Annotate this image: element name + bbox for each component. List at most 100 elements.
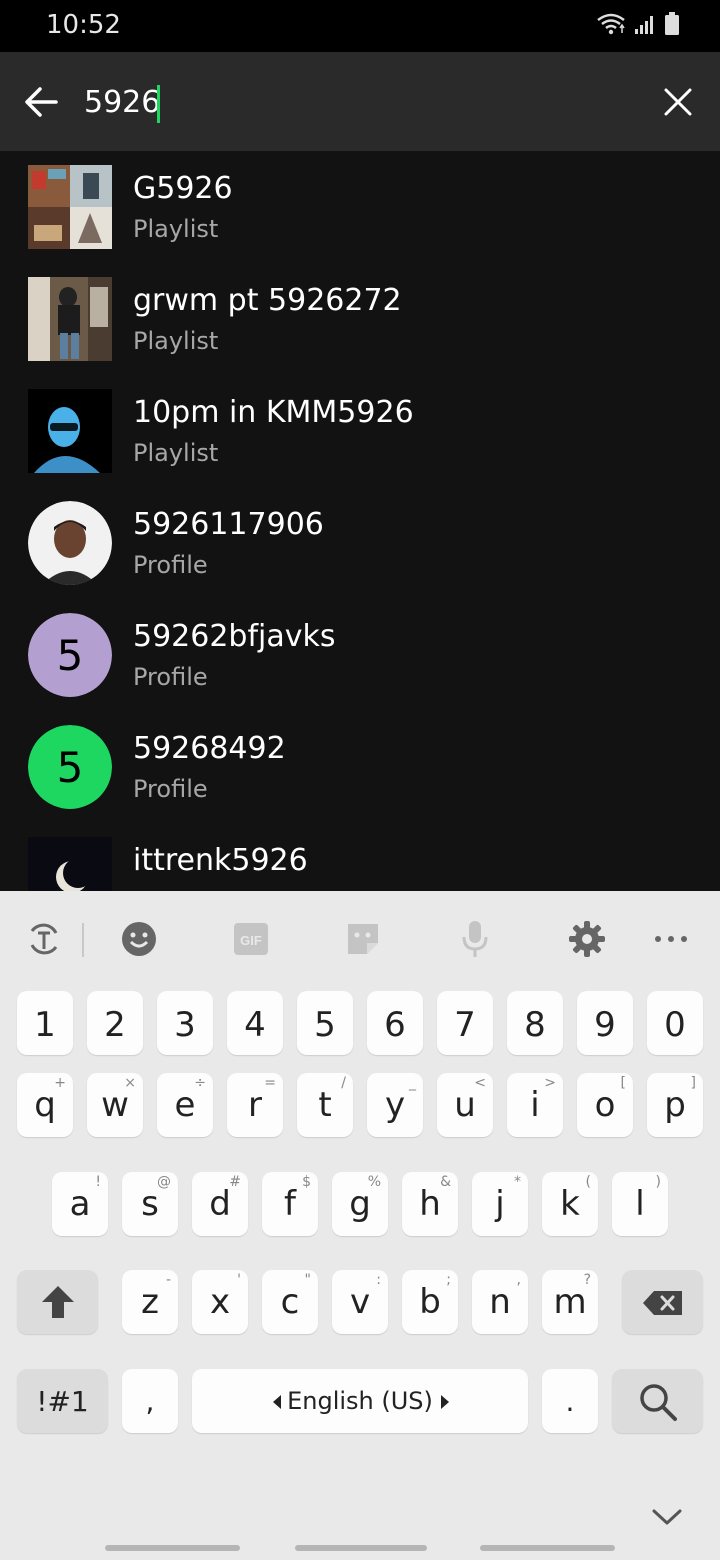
key-label: n	[489, 1282, 511, 1322]
key-h[interactable]: & h	[402, 1172, 458, 1236]
key-c[interactable]: " c	[262, 1270, 318, 1334]
back-button[interactable]	[22, 82, 62, 122]
key-z[interactable]: -z	[122, 1270, 178, 1334]
key-b[interactable]: ; b	[402, 1270, 458, 1334]
key-label: q	[34, 1085, 56, 1125]
shift-icon	[42, 1286, 74, 1318]
result-item[interactable]: grwm pt 5926272 Playlist	[0, 263, 720, 375]
nav-home-handle[interactable]	[295, 1545, 427, 1551]
clear-search-button[interactable]	[660, 84, 696, 120]
sticker-icon[interactable]	[343, 919, 383, 959]
backspace-icon	[643, 1291, 682, 1315]
space-key[interactable]: English (US)	[192, 1369, 528, 1433]
text-style-icon[interactable]	[24, 919, 64, 959]
key-k[interactable]: (k	[542, 1172, 598, 1236]
search-input[interactable]	[84, 80, 644, 124]
period-key[interactable]: .	[542, 1369, 598, 1433]
key-d[interactable]: # d	[192, 1172, 248, 1236]
key-n[interactable]: ,n	[472, 1270, 528, 1334]
gif-label: GIF	[240, 933, 262, 948]
key-r[interactable]: = r	[227, 1073, 283, 1137]
key-m[interactable]: ? m	[542, 1270, 598, 1334]
key-3[interactable]: 3	[157, 991, 213, 1055]
search-results-list: G5926 Playlist grwm pt 5926272 Playlist	[0, 151, 720, 891]
key-label: a	[69, 1184, 91, 1224]
comma-label: ,	[145, 1385, 155, 1418]
key-label: p	[664, 1085, 686, 1125]
search-key[interactable]	[612, 1369, 703, 1433]
playlist-cover-image	[28, 277, 112, 361]
key-t[interactable]: / t	[297, 1073, 353, 1137]
key-7[interactable]: 7	[437, 991, 493, 1055]
key-g[interactable]: % g	[332, 1172, 388, 1236]
key-i[interactable]: > i	[507, 1073, 563, 1137]
shift-key[interactable]	[17, 1270, 98, 1334]
key-label: c	[280, 1282, 300, 1322]
key-x[interactable]: ' x	[192, 1270, 248, 1334]
result-item[interactable]: 5 59268492 Profile	[0, 711, 720, 823]
key-label: 6	[384, 1005, 406, 1045]
profile-avatar: 5	[28, 613, 112, 697]
search-header	[0, 52, 720, 151]
key-8[interactable]: 8	[507, 991, 563, 1055]
comma-key[interactable]: ,	[122, 1369, 178, 1433]
key-a[interactable]: ! a	[52, 1172, 108, 1236]
result-title: grwm pt 5926272	[133, 283, 402, 318]
result-item[interactable]: 5 59262bfjavks Profile	[0, 599, 720, 711]
key-6[interactable]: 6	[367, 991, 423, 1055]
key-label: k	[560, 1184, 580, 1224]
nav-back-handle[interactable]	[480, 1545, 615, 1551]
result-item[interactable]: G5926 Playlist	[0, 151, 720, 263]
result-item[interactable]: 10pm in KMM5926 Playlist	[0, 375, 720, 487]
key-1[interactable]: 1	[17, 991, 73, 1055]
key-label: f	[284, 1184, 296, 1224]
key-o[interactable]: [o	[577, 1073, 633, 1137]
key-u[interactable]: < u	[437, 1073, 493, 1137]
result-subtitle: Playlist	[133, 327, 219, 355]
key-9[interactable]: 9	[577, 991, 633, 1055]
profile-avatar: 5	[28, 725, 112, 809]
settings-icon[interactable]	[567, 919, 607, 959]
key-label: 9	[594, 1005, 616, 1045]
nav-recents-handle[interactable]	[105, 1545, 240, 1551]
key-j[interactable]: * j	[472, 1172, 528, 1236]
key-2[interactable]: 2	[87, 991, 143, 1055]
key-0[interactable]: 0	[647, 991, 703, 1055]
profile-avatar	[28, 501, 112, 585]
playlist-cover-image	[28, 389, 112, 473]
key-4[interactable]: 4	[227, 991, 283, 1055]
symbols-key[interactable]: !#1	[17, 1369, 108, 1433]
key-v[interactable]: :v	[332, 1270, 388, 1334]
result-title: 10pm in KMM5926	[133, 395, 414, 430]
key-q[interactable]: + q	[17, 1073, 73, 1137]
gif-icon[interactable]: GIF	[231, 919, 271, 959]
key-e[interactable]: ÷ e	[157, 1073, 213, 1137]
key-5[interactable]: 5	[297, 991, 353, 1055]
emoji-icon[interactable]	[119, 919, 159, 959]
signal-icon	[635, 16, 653, 34]
more-icon[interactable]	[651, 919, 691, 959]
navigation-bar	[0, 1470, 720, 1560]
key-label: i	[530, 1085, 540, 1125]
key-label: 5	[314, 1005, 336, 1045]
key-label: m	[553, 1282, 587, 1322]
key-f[interactable]: $ f	[262, 1172, 318, 1236]
key-label: v	[349, 1282, 371, 1322]
key-label: 4	[244, 1005, 266, 1045]
key-label: j	[495, 1184, 505, 1224]
key-p[interactable]: ] p	[647, 1073, 703, 1137]
result-item[interactable]: ittrenk5926	[0, 823, 720, 891]
result-title: 59268492	[133, 731, 286, 766]
key-l[interactable]: ) l	[612, 1172, 668, 1236]
key-label: e	[174, 1085, 196, 1125]
key-s[interactable]: @ s	[122, 1172, 178, 1236]
backspace-key[interactable]	[622, 1270, 703, 1334]
keyboard-hide-icon[interactable]	[652, 1508, 682, 1526]
key-y[interactable]: _ y	[367, 1073, 423, 1137]
mic-icon[interactable]	[455, 919, 495, 959]
status-icons	[596, 12, 680, 36]
result-item[interactable]: 5926117906 Profile	[0, 487, 720, 599]
key-w[interactable]: × w	[87, 1073, 143, 1137]
result-subtitle: Profile	[133, 775, 208, 803]
playlist-cover-image	[28, 165, 112, 249]
